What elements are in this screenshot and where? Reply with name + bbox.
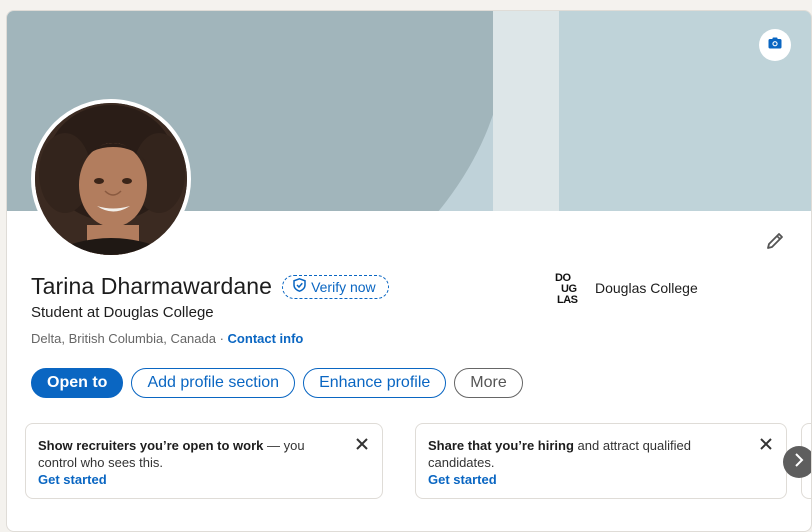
promo-strong-text: Show recruiters you’re open to work	[38, 438, 264, 453]
verify-label: Verify now	[311, 278, 376, 295]
shield-check-icon	[293, 278, 306, 295]
open-to-button[interactable]: Open to	[31, 368, 124, 398]
svg-text:LAS: LAS	[557, 294, 578, 305]
profile-headline: Student at Douglas College	[31, 304, 214, 321]
edit-intro-button[interactable]	[761, 229, 789, 257]
promo-strong-text: Share that you’re hiring	[428, 438, 574, 453]
chevron-right-icon	[794, 452, 804, 472]
get-started-link[interactable]: Get started	[428, 471, 774, 488]
add-profile-section-button[interactable]: Add profile section	[131, 368, 296, 398]
verify-now-button[interactable]: Verify now	[282, 274, 389, 299]
contact-info-link[interactable]: Contact info	[228, 331, 304, 346]
profile-name: Tarina Dharmawardane	[31, 273, 273, 299]
carousel-next-button[interactable]	[783, 446, 811, 478]
profile-photo[interactable]	[31, 99, 191, 259]
douglas-college-logo: DO UG LAS	[555, 271, 587, 306]
camera-icon	[768, 36, 782, 54]
profile-card: Tarina Dharmawardane Verify now Student …	[6, 10, 812, 532]
hiring-promo: Share that you’re hiring and attract qua…	[415, 423, 787, 499]
location-row: Delta, British Columbia, Canada · Contac…	[31, 331, 303, 346]
name-row: Tarina Dharmawardane Verify now	[31, 273, 389, 300]
close-icon[interactable]	[354, 436, 370, 452]
location-text: Delta, British Columbia, Canada	[31, 331, 216, 346]
edit-banner-button[interactable]	[759, 29, 791, 61]
education-org[interactable]: DO UG LAS Douglas College	[555, 271, 698, 306]
pencil-icon	[765, 231, 785, 256]
close-icon[interactable]	[758, 436, 774, 452]
more-button[interactable]: More	[454, 368, 523, 398]
get-started-link[interactable]: Get started	[38, 471, 370, 488]
banner-stripe	[493, 11, 559, 211]
profile-actions: Open to Add profile section Enhance prof…	[31, 368, 523, 398]
promo-text: Share that you’re hiring and attract qua…	[428, 437, 774, 471]
promo-text: Show recruiters you’re open to work — yo…	[38, 437, 370, 471]
open-to-work-promo: Show recruiters you’re open to work — yo…	[25, 423, 383, 499]
separator: ·	[215, 331, 228, 346]
org-name: Douglas College	[595, 280, 698, 296]
enhance-profile-button[interactable]: Enhance profile	[303, 368, 447, 398]
